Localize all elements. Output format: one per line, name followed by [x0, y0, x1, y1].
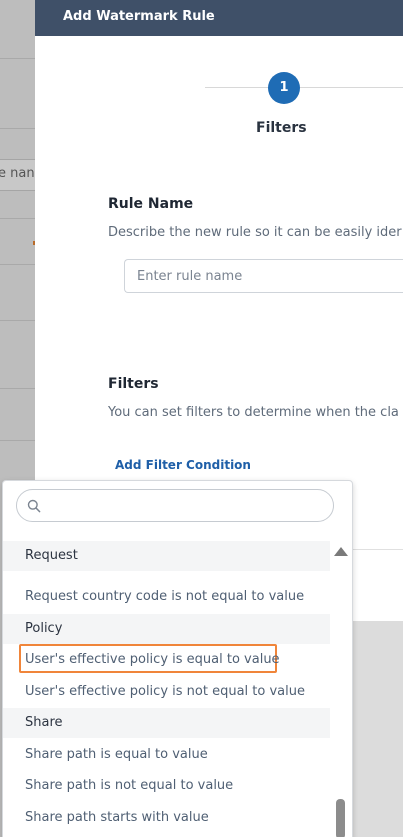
background-divider	[0, 218, 40, 219]
filters-description: You can set filters to determine when th…	[108, 405, 399, 420]
filters-title: Filters	[108, 376, 159, 392]
rule-name-input[interactable]	[124, 259, 403, 293]
background-divider	[0, 58, 40, 59]
background-divider	[0, 128, 40, 129]
add-filter-condition-link[interactable]: Add Filter Condition	[115, 458, 251, 472]
background-divider	[0, 320, 40, 321]
modal-header: Add Watermark Rule	[35, 0, 403, 36]
step-label: Filters	[256, 120, 307, 136]
dropdown-search-input[interactable]	[49, 493, 329, 520]
option-share-path-not-equal[interactable]: Share path is not equal to value	[25, 778, 233, 793]
scroll-up-arrow-icon[interactable]	[334, 547, 348, 556]
modal-title: Add Watermark Rule	[63, 9, 215, 24]
scrollbar-thumb[interactable]	[336, 799, 345, 837]
step-number-badge: 1	[268, 72, 300, 104]
background-search-input: e nan	[0, 159, 37, 191]
modal-divider	[351, 549, 403, 550]
background-input-text: e nan	[0, 166, 35, 181]
option-policy-not-equal[interactable]: User's effective policy is not equal to …	[25, 684, 305, 699]
group-header-policy: Policy	[3, 614, 330, 644]
group-header-request: Request	[3, 541, 330, 571]
option-share-path-starts-with[interactable]: Share path starts with value	[25, 810, 209, 825]
background-divider	[0, 440, 40, 441]
filter-condition-dropdown: Request Request country code is not equa…	[2, 480, 353, 837]
stepper-line	[205, 87, 403, 88]
condition-list: Request Request country code is not equa…	[3, 541, 330, 837]
rule-name-title: Rule Name	[108, 196, 194, 212]
rule-name-description: Describe the new rule so it can be easil…	[108, 225, 402, 240]
option-request-country-not-equal[interactable]: Request country code is not equal to val…	[25, 589, 304, 604]
background-divider	[0, 388, 40, 389]
background-divider	[0, 264, 40, 265]
option-policy-equal[interactable]: User's effective policy is equal to valu…	[25, 652, 280, 667]
search-icon	[27, 499, 41, 513]
group-header-share: Share	[3, 708, 330, 738]
option-share-path-equal[interactable]: Share path is equal to value	[25, 747, 208, 762]
dropdown-scrollbar[interactable]	[330, 541, 352, 837]
dropdown-search	[16, 489, 334, 522]
screen: e nan Add Watermark Rule 1 Filters Rule …	[0, 0, 403, 837]
modal-footer-area	[351, 621, 403, 837]
